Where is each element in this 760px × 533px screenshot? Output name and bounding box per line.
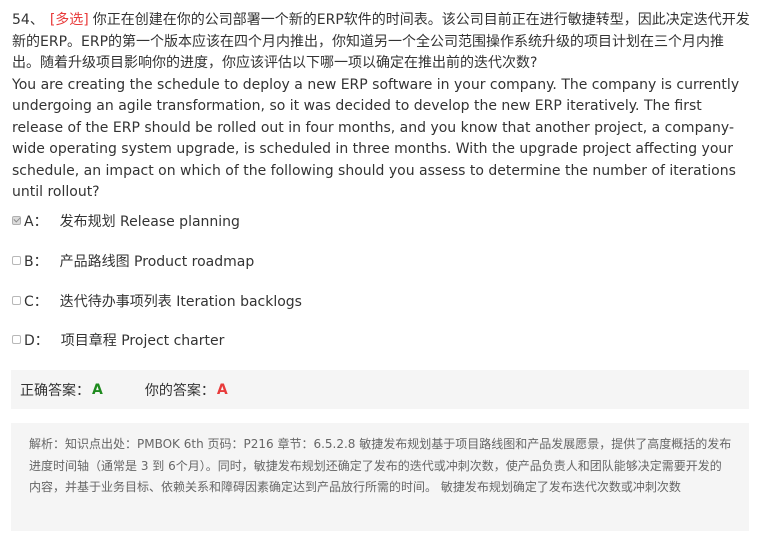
your-answer-label: 你的答案： <box>144 382 215 399</box>
your-answer-value: A <box>216 381 228 398</box>
analysis-text: 解析：知识点出处：PMBOK 6th 页码：P216 章节：6.5.2.8 敏捷… <box>29 437 732 494</box>
question-type-tag: [多选] <box>49 12 89 28</box>
option-b[interactable]: B： 产品路线图 Product roadmap <box>12 251 254 271</box>
option-d[interactable]: D： 项目章程 Project charter <box>12 330 224 350</box>
option-text: 迭代待办事项列表 Iteration backlogs <box>59 294 302 310</box>
option-letter: D： <box>24 333 49 349</box>
option-letter: A： <box>24 214 48 230</box>
option-text: 发布规划 Release planning <box>59 214 240 230</box>
option-a[interactable]: A： 发布规划 Release planning <box>12 211 240 231</box>
question-text-en: You are creating the schedule to deploy … <box>12 76 740 201</box>
analysis-panel: 解析：知识点出处：PMBOK 6th 页码：P216 章节：6.5.2.8 敏捷… <box>11 423 749 531</box>
correct-answer-value: A <box>92 381 103 398</box>
checkbox-checked-icon[interactable] <box>12 215 21 225</box>
checkbox-icon[interactable] <box>12 255 21 265</box>
question-text: 54、 [多选] 你正在创建在你的公司部署一个新的ERP软件的时间表。该公司目前正在… <box>12 10 752 204</box>
option-text: 产品路线图 Product roadmap <box>59 254 255 270</box>
correct-answer-label: 正确答案： <box>20 382 90 399</box>
question-number: 54、 <box>12 12 44 28</box>
checkbox-icon[interactable] <box>12 334 21 344</box>
question-text-cn: 你正在创建在你的公司部署一个新的ERP软件的时间表。该公司目前正在进行敏捷转型，… <box>12 12 750 71</box>
option-letter: B： <box>24 254 48 270</box>
checkbox-icon[interactable] <box>12 295 21 305</box>
answer-bar: 正确答案： A 你的答案： A <box>11 370 749 409</box>
option-letter: C： <box>24 294 48 310</box>
option-c[interactable]: C： 迭代待办事项列表 Iteration backlogs <box>12 291 302 311</box>
option-text: 项目章程 Project charter <box>60 333 225 349</box>
